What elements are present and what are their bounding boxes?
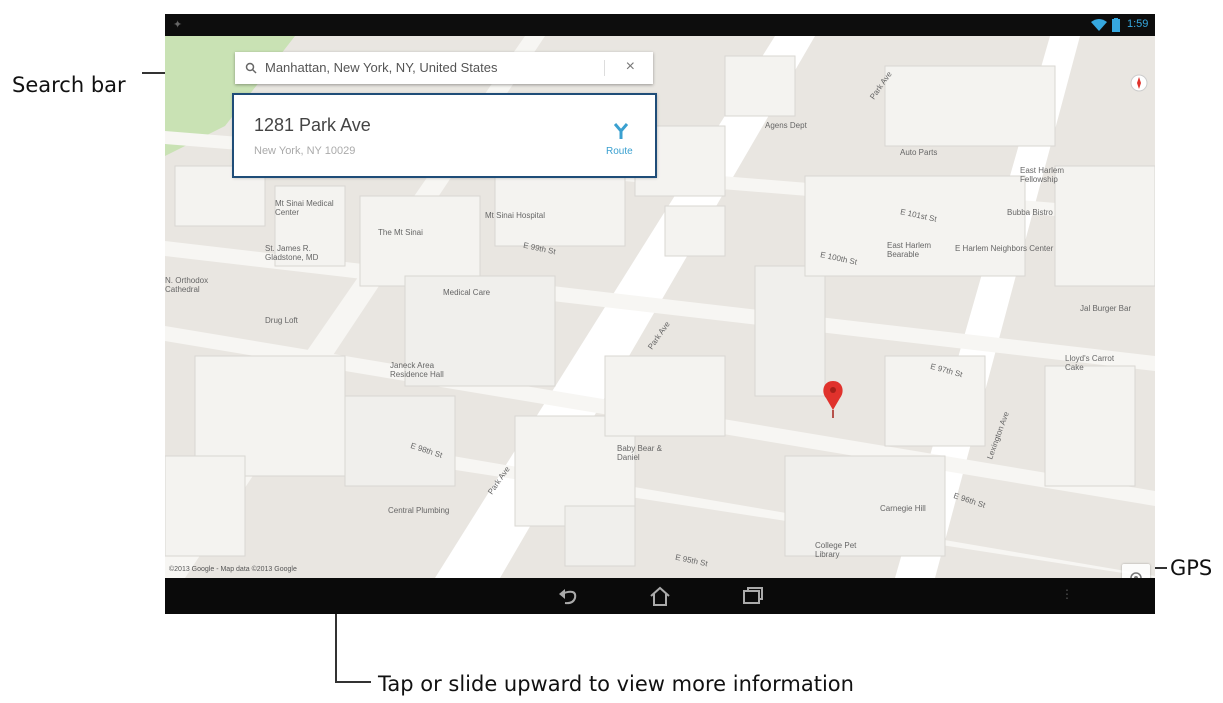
street-label: Park Ave [868,69,894,102]
search-bar[interactable]: Manhattan, New York, NY, United States × [235,52,653,84]
map-label: E Harlem Neighbors Center [955,244,1054,253]
menu-dots-icon[interactable]: ⋮ [1061,587,1073,601]
wifi-icon [1091,19,1107,31]
street-label: E 101st St [899,207,938,224]
gps-callout: GPS [1170,556,1213,580]
map-label: Drug Loft [265,316,298,325]
street-label: E 98th St [409,441,444,460]
street-label: Park Ave [486,464,512,497]
street-label: Park Ave [646,319,672,352]
map-label: East Harlem Fellowship [1020,166,1065,184]
street-label: Lexington Ave [985,410,1011,461]
search-icon [245,62,257,74]
street-label: E 97th St [929,361,964,380]
map-label: The Mt Sinai [378,228,423,237]
notification-icon: ✦ [173,19,183,31]
map-label: Carnegie Hill [880,504,926,513]
home-icon[interactable] [648,585,672,607]
map-copyright: ©2013 Google - Map data ©2013 Google [169,566,297,573]
map-label: Baby Bear & Daniel [617,444,662,462]
info-card-highlight [232,93,657,178]
back-icon[interactable] [557,586,581,606]
map-label: Medical Care [443,288,491,297]
status-time: 1:59 [1127,18,1149,30]
street-label: E 96th St [952,491,987,510]
info-callout: Tap or slide upward to view more informa… [378,672,854,696]
status-bar: ✦ 1:59 [165,14,1155,36]
gps-icon [1130,572,1142,578]
recent-apps-icon[interactable] [741,586,765,606]
map-label: N. Orthodox Cathedral [165,276,209,294]
battery-icon [1112,18,1120,32]
compass-icon[interactable] [1130,74,1148,92]
map-label: St. James R. Gladstone, MD [265,244,319,262]
navigation-bar: ⋮ [165,578,1155,614]
map-label: Mt Sinai Medical Center [275,199,334,217]
gps-button[interactable] [1122,564,1150,578]
map-label: Agens Dept [765,121,807,130]
street-label: E 99th St [522,240,557,257]
map-label: Jal Burger Bar [1080,304,1132,313]
close-icon[interactable]: × [626,58,635,76]
street-label: E 100th St [819,250,858,267]
street-label: E 95th St [674,552,709,569]
search-divider [604,60,605,76]
map-label: Central Plumbing [388,506,450,515]
search-bar-callout: Search bar [12,73,126,97]
search-query[interactable]: Manhattan, New York, NY, United States [265,60,497,75]
info-callout-line-h [335,681,371,683]
map-label: Mt Sinai Hospital [485,211,546,220]
map-label: Janeck Area Residence Hall [390,361,444,379]
map-label: Auto Parts [900,148,938,157]
map-label: College Pet Library [815,541,857,559]
map-label: East Harlem Bearable [887,241,932,259]
map-label: Lloyd's Carrot Cake [1065,354,1115,372]
map-label: Bubba Bistro [1007,208,1053,217]
